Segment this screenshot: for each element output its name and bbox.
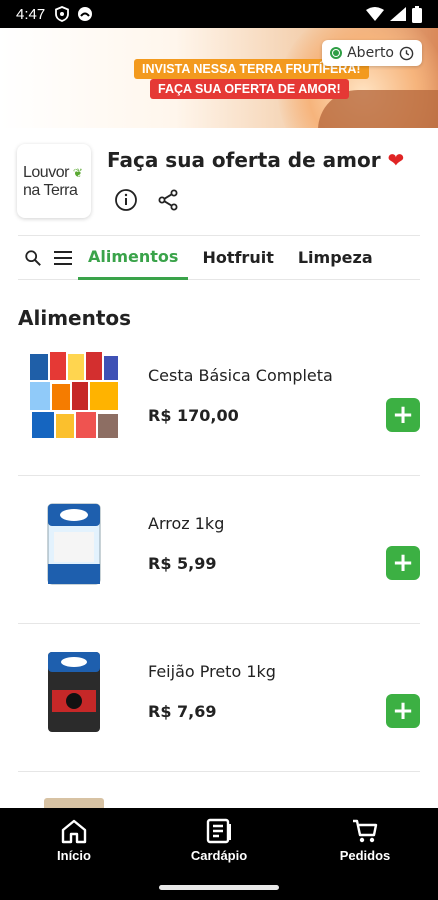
store-status-badge: Aberto bbox=[322, 40, 422, 66]
banner-subheadline: FAÇA SUA OFERTA DE AMOR! bbox=[150, 79, 349, 99]
tab-alimentos[interactable]: Alimentos bbox=[78, 236, 189, 280]
nav-inicio[interactable]: Início bbox=[19, 818, 129, 863]
cast-icon bbox=[78, 7, 93, 21]
share-icon bbox=[158, 189, 178, 211]
logo-text-line1: Louvor bbox=[23, 163, 69, 181]
status-time: 4:47 bbox=[16, 5, 46, 23]
store-logo: Louvor ❦ na Terra bbox=[17, 144, 91, 218]
add-to-cart-button[interactable]: + bbox=[386, 546, 420, 580]
product-name: Cesta Básica Completa bbox=[148, 366, 333, 385]
nav-label: Início bbox=[57, 848, 91, 863]
next-product-peek bbox=[44, 798, 104, 808]
product-name: Feijão Preto 1kg bbox=[148, 662, 276, 681]
search-button[interactable] bbox=[18, 236, 48, 280]
search-icon bbox=[25, 249, 41, 266]
info-icon bbox=[115, 189, 137, 211]
add-to-cart-button[interactable]: + bbox=[386, 694, 420, 728]
nav-label: Pedidos bbox=[339, 848, 391, 863]
signal-icon bbox=[390, 7, 406, 21]
status-dot-icon bbox=[330, 47, 343, 59]
store-header: Louvor ❦ na Terra Faça sua oferta de amo… bbox=[0, 128, 438, 233]
shield-icon bbox=[55, 6, 70, 22]
categories-menu-button[interactable] bbox=[48, 236, 78, 280]
hamburger-icon bbox=[54, 250, 72, 265]
product-image-arroz bbox=[26, 496, 122, 592]
clock-icon bbox=[399, 46, 414, 60]
product-item[interactable]: Arroz 1kg R$ 5,99 + bbox=[18, 476, 420, 624]
logo-text-line2: na Terra bbox=[23, 181, 78, 199]
product-item[interactable]: Cesta Básica Completa R$ 170,00 + bbox=[18, 328, 420, 476]
add-to-cart-button[interactable]: + bbox=[386, 398, 420, 432]
nav-cardapio[interactable]: Cardápio bbox=[164, 818, 274, 863]
tab-limpeza[interactable]: Limpeza bbox=[288, 236, 383, 280]
store-name-text: Faça sua oferta de amor bbox=[107, 148, 381, 172]
product-item[interactable]: Feijão Preto 1kg R$ 7,69 + bbox=[18, 624, 420, 772]
cart-icon bbox=[353, 819, 378, 843]
product-name: Arroz 1kg bbox=[148, 514, 225, 533]
section-title: Alimentos bbox=[18, 306, 132, 330]
product-image-feijao bbox=[26, 644, 122, 740]
heart-icon: ❤ bbox=[387, 148, 405, 172]
category-tabs: Alimentos Hotfruit Limpeza bbox=[18, 235, 420, 280]
battery-icon bbox=[412, 5, 422, 23]
tab-hotfruit[interactable]: Hotfruit bbox=[192, 236, 283, 280]
store-name: Faça sua oferta de amor ❤ bbox=[107, 148, 404, 172]
product-price: R$ 7,69 bbox=[148, 702, 217, 721]
wifi-icon bbox=[366, 7, 384, 21]
product-price: R$ 170,00 bbox=[148, 406, 239, 425]
product-image-cesta bbox=[26, 348, 122, 444]
menu-book-icon bbox=[206, 818, 231, 844]
store-status-label: Aberto bbox=[347, 45, 394, 61]
store-banner: INVISTA NESSA TERRA FRUTÍFERA! FAÇA SUA … bbox=[0, 28, 438, 128]
product-price: R$ 5,99 bbox=[148, 554, 217, 573]
status-bar: 4:47 bbox=[0, 0, 438, 28]
home-indicator[interactable] bbox=[159, 885, 279, 890]
nav-label: Cardápio bbox=[190, 848, 248, 863]
info-button[interactable] bbox=[112, 186, 140, 214]
nav-pedidos[interactable]: Pedidos bbox=[310, 818, 420, 863]
bottom-navigation: Início Cardápio Pedidos bbox=[0, 808, 438, 900]
leaf-icon: ❦ bbox=[72, 165, 83, 180]
home-icon bbox=[61, 819, 87, 844]
share-button[interactable] bbox=[154, 186, 182, 214]
